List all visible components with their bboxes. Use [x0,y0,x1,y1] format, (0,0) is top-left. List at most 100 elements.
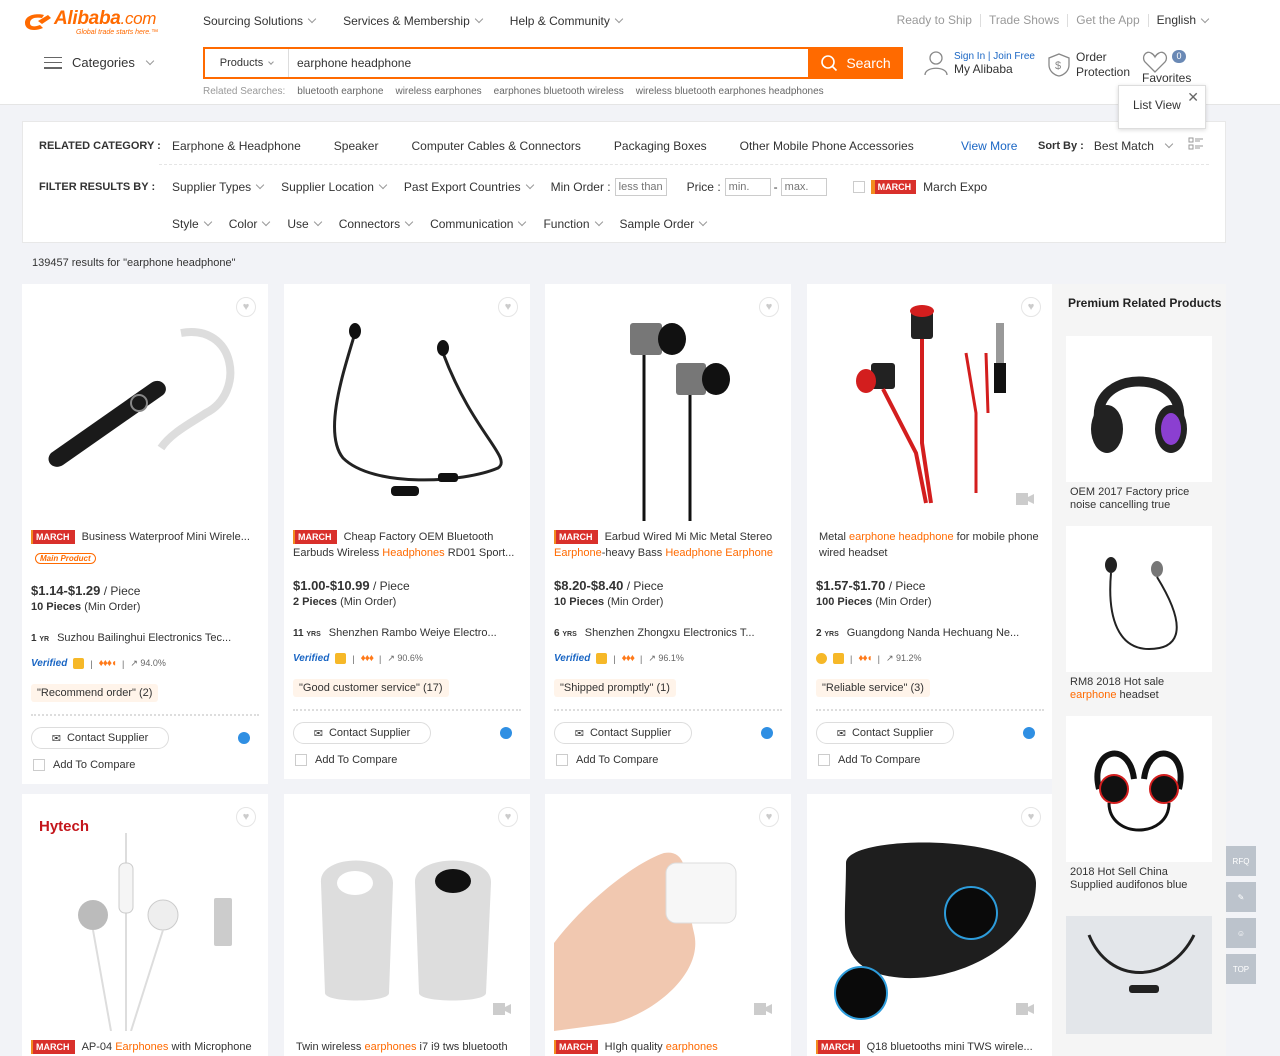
nav-sourcing-solutions[interactable]: Sourcing Solutions [203,14,317,28]
view-more-link[interactable]: View More [961,139,1017,153]
search-type-select[interactable]: Products [205,49,289,77]
filter-style[interactable]: Style [172,217,212,231]
favorite-heart-icon[interactable]: ♥ [498,807,518,827]
product-image[interactable] [1066,336,1212,482]
product-title[interactable]: Twin wireless earphones i7 i9 tws blueto… [293,1039,521,1055]
product-image[interactable] [554,803,782,1031]
add-to-compare[interactable]: Add To Compare [33,759,135,771]
supplier-name[interactable]: 6 YRS Shenzhen Zhongxu Electronics T... [554,627,782,639]
premium-item[interactable]: OEM 2017 Factory price noise cancelling … [1066,336,1212,512]
product-card[interactable]: ♥ Metal earphone headphone for mobile ph… [807,284,1053,779]
nav-services-membership[interactable]: Services & Membership [343,14,484,28]
filter-communication[interactable]: Communication [430,217,527,231]
category-link[interactable]: Other Mobile Phone Accessories [740,139,914,153]
filter-connectors[interactable]: Connectors [339,217,414,231]
favorite-heart-icon[interactable]: ♥ [759,807,779,827]
sign-in-link[interactable]: Sign In [954,51,985,62]
category-link[interactable]: Computer Cables & Connectors [411,139,580,153]
close-icon[interactable]: ✕ [1187,89,1199,106]
product-image[interactable] [293,293,521,521]
product-image[interactable] [1066,716,1212,862]
price-max-input[interactable] [780,178,827,196]
add-to-compare[interactable]: Add To Compare [556,754,658,766]
supplier-name[interactable]: 1 YR Suzhou Bailinghui Electronics Tec... [31,632,259,644]
favorite-heart-icon[interactable]: ♥ [759,297,779,317]
contact-supplier-button[interactable]: ✉ Contact Supplier [293,722,431,744]
rfq-button[interactable]: RFQ [1226,846,1256,876]
category-link[interactable]: Packaging Boxes [614,139,707,153]
order-protection[interactable]: $ Order Protection [1048,50,1130,80]
contact-supplier-button[interactable]: ✉ Contact Supplier [816,722,954,744]
video-icon[interactable] [492,1002,512,1016]
premium-item-title[interactable]: 2018 Hot Sell China Supplied audifonos b… [1066,866,1212,892]
chat-icon[interactable] [761,727,773,739]
premium-item-title[interactable]: RM8 2018 Hot sale earphone headset [1066,676,1212,702]
product-title[interactable]: MARCH Cheap Factory OEM Bluetooth Earbud… [293,529,521,561]
related-search-link[interactable]: wireless earphones [395,86,481,97]
march-expo-checkbox[interactable] [852,181,865,193]
product-image[interactable]: Hytech [31,803,259,1031]
category-link[interactable]: Speaker [334,139,379,153]
product-title[interactable]: MARCH Earbud Wired Mi Mic Metal Stereo E… [554,529,782,561]
product-card[interactable]: ♥ MARCH Earbud Wired Mi Mic Metal Stereo… [545,284,791,779]
supplier-name[interactable]: 2 YRS Guangdong Nanda Hechuang Ne... [816,627,1044,639]
join-free-link[interactable]: Join Free [993,51,1035,62]
product-title[interactable]: MARCH Business Waterproof Mini Wirele... [31,529,259,545]
premium-item[interactable]: 2018 Hot Sell China Supplied audifonos b… [1066,716,1212,892]
product-image[interactable] [293,803,521,1031]
search-input[interactable] [289,49,808,77]
product-card[interactable]: ♥ Twin wireless earphones i7 i9 tws blue… [284,794,530,1056]
alibaba-logo[interactable]: Alibaba.com Global trade starts here.™ [22,9,158,36]
search-button[interactable]: Search [808,47,903,79]
language-select[interactable]: English [1149,14,1216,27]
favorite-heart-icon[interactable]: ♥ [1021,297,1041,317]
chat-bot-icon[interactable]: ☺ [1226,918,1256,948]
related-search-link[interactable]: wireless bluetooth earphones headphones [636,86,824,97]
premium-item[interactable] [1066,916,1212,1034]
product-card[interactable]: ♥ MARCH Business Waterproof Mini Wirele.… [22,284,268,784]
product-image[interactable] [1066,526,1212,672]
favorite-heart-icon[interactable]: ♥ [236,297,256,317]
min-order-input[interactable] [614,178,667,196]
price-min-input[interactable] [724,178,771,196]
product-card[interactable]: Hytech ♥ MARCH AP-04 Earphones with Micr… [22,794,268,1056]
filter-supplier-types[interactable]: Supplier Types [172,180,265,194]
filter-use[interactable]: Use [287,217,322,231]
product-image[interactable] [554,293,782,521]
supplier-name[interactable]: 11 YRS Shenzhen Rambo Weiye Electro... [293,627,521,639]
feedback-icon[interactable]: ✎ [1226,882,1256,912]
compare-checkbox[interactable] [33,759,45,771]
filter-function[interactable]: Function [543,217,603,231]
product-card[interactable]: ♥ MARCH HIgh quality earphones [545,794,791,1056]
contact-supplier-button[interactable]: ✉ Contact Supplier [554,722,692,744]
favorite-heart-icon[interactable]: ♥ [498,297,518,317]
video-icon[interactable] [1015,492,1035,506]
categories-menu[interactable]: Categories [44,55,155,70]
product-card[interactable]: ♥ MARCH Cheap Factory OEM Bluetooth Earb… [284,284,530,779]
favorite-heart-icon[interactable]: ♥ [236,807,256,827]
add-to-compare[interactable]: Add To Compare [295,754,397,766]
chat-icon[interactable] [238,732,250,744]
related-search-link[interactable]: bluetooth earphone [297,86,383,97]
filter-sample-order[interactable]: Sample Order [620,217,708,231]
chat-icon[interactable] [1023,727,1035,739]
product-image[interactable] [31,293,259,521]
category-link[interactable]: Earphone & Headphone [172,139,301,153]
link-get-the-app[interactable]: Get the App [1068,14,1149,27]
compare-checkbox[interactable] [818,754,830,766]
video-icon[interactable] [753,1002,773,1016]
product-image[interactable] [816,803,1044,1031]
video-icon[interactable] [1015,1002,1035,1016]
filter-past-export-countries[interactable]: Past Export Countries [404,180,534,194]
link-trade-shows[interactable]: Trade Shows [981,14,1069,27]
product-image[interactable] [1066,916,1212,1034]
nav-help-community[interactable]: Help & Community [510,14,624,28]
compare-checkbox[interactable] [295,754,307,766]
premium-item-title[interactable]: OEM 2017 Factory price noise cancelling … [1066,486,1212,512]
contact-supplier-button[interactable]: ✉ Contact Supplier [31,727,169,749]
back-to-top-button[interactable]: TOP [1226,954,1256,984]
compare-checkbox[interactable] [556,754,568,766]
product-title[interactable]: MARCH AP-04 Earphones with Microphone [31,1039,259,1055]
product-image[interactable] [816,293,1044,521]
product-card[interactable]: ♥ MARCH Q18 bluetooths mini TWS wirele..… [807,794,1053,1056]
